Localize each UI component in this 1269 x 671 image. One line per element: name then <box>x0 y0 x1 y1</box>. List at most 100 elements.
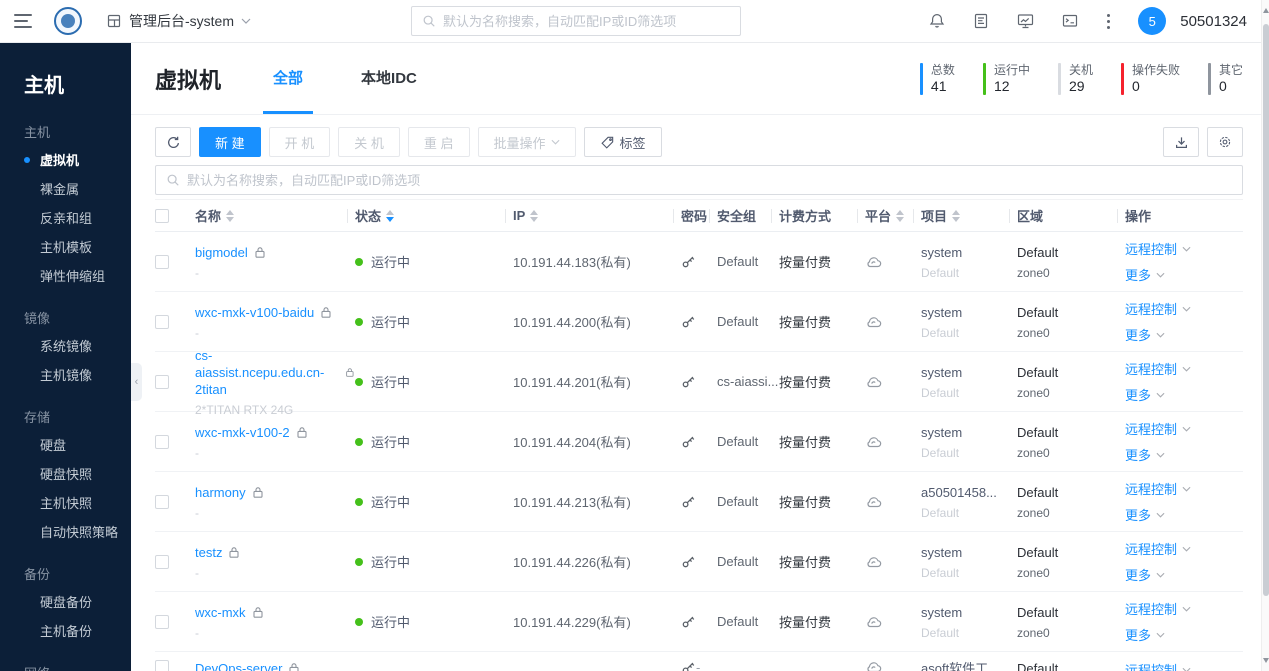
current-user[interactable]: 50501324 <box>1180 13 1247 30</box>
sidebar-item[interactable]: 硬盘 <box>0 430 131 459</box>
power-off-button[interactable]: 关 机 <box>338 127 400 157</box>
table-filter[interactable] <box>155 165 1243 195</box>
remote-control-link[interactable]: 远程控制 <box>1125 359 1177 378</box>
create-button[interactable]: 新 建 <box>199 127 261 157</box>
vm-name-link[interactable]: wxc-mxk-v100-2 <box>195 424 290 441</box>
vm-name-link[interactable]: harmony <box>195 484 246 501</box>
tab[interactable]: 全部 <box>263 43 314 114</box>
scroll-up-icon[interactable] <box>1263 8 1269 13</box>
sidebar-item[interactable]: 反亲和组 <box>0 203 131 232</box>
sort-desc-icon[interactable] <box>226 216 235 222</box>
more-menu-icon[interactable] <box>1105 12 1112 31</box>
sort-desc-icon[interactable] <box>530 216 539 222</box>
batch-actions-button[interactable]: 批量操作 <box>477 127 576 157</box>
sidebar-item[interactable]: 硬盘备份 <box>0 587 131 616</box>
vm-name-link[interactable]: bigmodel <box>195 244 248 261</box>
global-search-input[interactable] <box>443 13 730 29</box>
row-checkbox[interactable] <box>155 254 169 269</box>
remote-control-link[interactable]: 远程控制 <box>1125 299 1177 318</box>
sidebar-item[interactable]: 主机模板 <box>0 232 131 261</box>
column-settings-button[interactable] <box>1207 127 1243 157</box>
more-actions-link[interactable]: 更多 <box>1125 565 1151 584</box>
sort-control[interactable] <box>226 209 235 222</box>
sidebar-item[interactable]: 主机镜像 <box>0 360 131 389</box>
export-button[interactable] <box>1163 127 1199 157</box>
more-actions-link[interactable]: 更多 <box>1125 265 1151 284</box>
sort-control[interactable] <box>530 209 539 222</box>
scroll-down-icon[interactable] <box>1263 658 1269 663</box>
remote-control-link[interactable]: 远程控制 <box>1125 419 1177 438</box>
scrollbar-thumb[interactable] <box>1263 24 1269 596</box>
sort-control[interactable] <box>386 209 395 222</box>
sort-desc-icon[interactable] <box>952 216 961 222</box>
row-checkbox[interactable] <box>155 614 169 629</box>
document-icon[interactable] <box>972 12 990 30</box>
stat-value: 12 <box>993 77 1010 94</box>
vm-name-link[interactable]: wxc-mxk-v100-baidu <box>195 304 314 321</box>
tag-button[interactable]: 标签 <box>583 127 662 157</box>
sort-asc-icon[interactable] <box>896 209 905 215</box>
restart-button[interactable]: 重 启 <box>407 127 470 157</box>
more-actions-link[interactable]: 更多 <box>1125 325 1151 344</box>
row-checkbox[interactable] <box>155 660 169 671</box>
password-key-icon[interactable] <box>681 434 696 449</box>
vm-name-link[interactable]: testz <box>195 544 222 561</box>
row-checkbox[interactable] <box>155 374 169 389</box>
vm-name-link[interactable]: wxc-mxk <box>195 604 246 621</box>
sort-control[interactable] <box>952 209 961 222</box>
row-checkbox[interactable] <box>155 554 169 569</box>
password-key-icon[interactable] <box>681 374 696 389</box>
more-actions-link[interactable]: 更多 <box>1125 445 1151 464</box>
menu-toggle-icon[interactable] <box>14 14 32 28</box>
sidebar-item[interactable]: 弹性伸缩组 <box>0 261 131 290</box>
select-all-checkbox[interactable] <box>155 208 169 223</box>
sidebar-item[interactable]: 虚拟机 <box>0 145 131 174</box>
more-actions-link[interactable]: 更多 <box>1125 625 1151 644</box>
monitor-chart-icon[interactable] <box>1016 12 1035 30</box>
remote-control-link[interactable]: 远程控制 <box>1125 660 1177 671</box>
sidebar-item[interactable]: 系统镜像 <box>0 331 131 360</box>
sidebar-collapse-handle[interactable]: ‹ <box>131 363 142 401</box>
page-scrollbar[interactable] <box>1261 0 1269 671</box>
sort-desc-icon[interactable] <box>896 216 905 222</box>
sort-desc-icon[interactable] <box>386 216 395 222</box>
password-key-icon[interactable] <box>681 554 696 569</box>
remote-control-link[interactable]: 远程控制 <box>1125 479 1177 498</box>
sort-control[interactable] <box>896 209 905 222</box>
terminal-icon[interactable] <box>1061 12 1079 30</box>
password-key-icon[interactable] <box>681 314 696 329</box>
sidebar-item[interactable]: 硬盘快照 <box>0 459 131 488</box>
row-checkbox[interactable] <box>155 434 169 449</box>
sidebar-item[interactable]: 自动快照策略 <box>0 517 131 546</box>
sort-asc-icon[interactable] <box>530 209 539 215</box>
password-key-icon[interactable] <box>681 660 696 671</box>
sort-asc-icon[interactable] <box>386 209 395 215</box>
refresh-button[interactable] <box>155 127 191 157</box>
more-actions-link[interactable]: 更多 <box>1125 505 1151 524</box>
password-key-icon[interactable] <box>681 494 696 509</box>
power-on-button[interactable]: 开 机 <box>268 127 331 157</box>
row-checkbox[interactable] <box>155 314 169 329</box>
sort-asc-icon[interactable] <box>226 209 235 215</box>
notification-badge[interactable]: 5 <box>1138 7 1167 35</box>
notification-bell-icon[interactable] <box>928 12 946 30</box>
tag-button-label: 标签 <box>619 135 646 151</box>
sort-asc-icon[interactable] <box>952 209 961 215</box>
remote-control-link[interactable]: 远程控制 <box>1125 599 1177 618</box>
vm-name-link[interactable]: cs-aiassist.ncepu.edu.cn-2titan <box>195 347 339 398</box>
remote-control-link[interactable]: 远程控制 <box>1125 239 1177 258</box>
row-checkbox[interactable] <box>155 494 169 509</box>
workspace-switcher[interactable]: 管理后台-system <box>106 11 251 31</box>
sidebar-item[interactable]: 裸金属 <box>0 174 131 203</box>
more-actions-link[interactable]: 更多 <box>1125 385 1151 404</box>
vm-name-link[interactable]: DevOps-server <box>195 660 282 671</box>
tab[interactable]: 本地IDC <box>351 43 427 114</box>
chevron-down-icon <box>1156 452 1165 458</box>
remote-control-link[interactable]: 远程控制 <box>1125 539 1177 558</box>
sidebar-item[interactable]: 主机快照 <box>0 488 131 517</box>
table-filter-input[interactable] <box>187 172 1232 188</box>
password-key-icon[interactable] <box>681 254 696 269</box>
sidebar-item[interactable]: 主机备份 <box>0 616 131 645</box>
password-key-icon[interactable] <box>681 614 696 629</box>
global-search[interactable] <box>411 6 741 36</box>
